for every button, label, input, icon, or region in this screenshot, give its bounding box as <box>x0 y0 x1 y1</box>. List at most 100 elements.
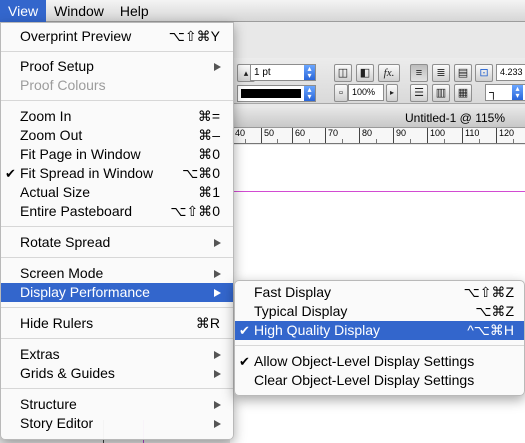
margin-guide <box>230 191 525 192</box>
menu-item-label: Allow Object-Level Display Settings <box>254 353 475 369</box>
menu-item-zoom-in[interactable]: Zoom In ⌘= <box>1 107 233 126</box>
menu-bar: View Window Help <box>0 0 525 22</box>
view-menu: Overprint Preview ⌥⇧⌘Y Proof Setup Proof… <box>0 22 234 440</box>
submenu-arrow-icon <box>214 63 221 71</box>
submenu-arrow-icon <box>214 401 221 409</box>
reference-value: 4.233 <box>500 67 523 77</box>
align-left-icon[interactable]: ≡ <box>410 64 428 82</box>
menu-item-hide-rulers[interactable]: Hide Rulers ⌘R <box>1 314 233 333</box>
menu-item-shortcut: ⌥⇧⌘Y <box>168 28 220 44</box>
reference-point-icon[interactable]: ⊡ <box>475 64 493 82</box>
menu-separator <box>1 257 233 258</box>
menu-item-fast-display[interactable]: Fast Display ⌥⇧⌘Z <box>235 283 524 302</box>
menu-item-overprint-preview[interactable]: Overprint Preview ⌥⇧⌘Y <box>1 27 233 46</box>
ruler-tick <box>277 139 278 143</box>
menu-item-label: Actual Size <box>20 184 91 200</box>
menu-view[interactable]: View <box>0 0 47 22</box>
vertical-justify-icon[interactable]: ☰ <box>410 84 428 102</box>
ruler-tick <box>245 139 246 143</box>
ruler-tick <box>479 139 480 143</box>
menu-item-shortcut: ⌥⇧⌘0 <box>170 203 220 219</box>
ruler-label: 90 <box>393 128 406 143</box>
opacity-value: 100% <box>352 87 376 97</box>
submenu-arrow-icon <box>214 370 221 378</box>
menu-separator <box>235 345 524 346</box>
menu-item-label: Screen Mode <box>20 265 104 281</box>
horizontal-ruler[interactable]: 40 50 60 70 80 90 100 110 120 <box>230 128 525 144</box>
submenu-arrow-icon <box>214 351 221 359</box>
corner-shape-icon: ┐ <box>489 85 498 99</box>
menu-item-proof-setup[interactable]: Proof Setup <box>1 57 233 76</box>
menu-item-screen-mode[interactable]: Screen Mode <box>1 264 233 283</box>
ruler-label: 70 <box>325 128 338 143</box>
menu-item-label: Rotate Spread <box>20 234 111 250</box>
menu-item-extras[interactable]: Extras <box>1 345 233 364</box>
menu-item-structure[interactable]: Structure <box>1 395 233 414</box>
menu-item-proof-colours: Proof Colours <box>1 76 233 95</box>
ruler-tick <box>342 139 343 143</box>
ruler-tick <box>410 139 411 143</box>
menu-item-high-quality-display[interactable]: ✔ High Quality Display ^⌥⌘H <box>235 321 524 340</box>
drop-shadow-icon[interactable]: ◫ <box>334 64 352 82</box>
document-title: Untitled-1 @ 115% <box>404 111 505 125</box>
menu-help[interactable]: Help <box>112 0 157 22</box>
column-icon[interactable]: ▥ <box>432 84 450 102</box>
menu-item-label: Grids & Guides <box>20 365 115 381</box>
display-performance-submenu: Fast Display ⌥⇧⌘Z Typical Display ⌥⌘Z ✔ … <box>234 280 525 396</box>
ruler-tick <box>444 139 445 143</box>
menu-item-rotate-spread[interactable]: Rotate Spread <box>1 233 233 252</box>
menu-item-actual-size[interactable]: Actual Size ⌘1 <box>1 183 233 202</box>
submenu-arrow-icon <box>214 270 221 278</box>
menu-item-label: Structure <box>20 396 77 412</box>
menu-item-story-editor[interactable]: Story Editor <box>1 414 233 433</box>
menu-item-fit-spread[interactable]: ✔ Fit Spread in Window ⌥⌘0 <box>1 164 233 183</box>
checkmark-icon: ✔ <box>239 323 250 338</box>
stroke-weight-field[interactable]: 1 pt ▴ ▾ <box>250 64 316 81</box>
ruler-label: 100 <box>427 128 445 143</box>
menu-item-fit-page[interactable]: Fit Page in Window ⌘0 <box>1 145 233 164</box>
corner-dropdown-icon[interactable]: ▴ ▾ <box>512 85 523 100</box>
menu-item-shortcut: ⌥⌘Z <box>475 303 514 319</box>
menu-item-shortcut: ⌥⌘0 <box>182 165 220 181</box>
submenu-arrow-icon <box>214 420 221 428</box>
submenu-arrow-icon <box>214 289 221 297</box>
menu-item-clear-object-level[interactable]: Clear Object-Level Display Settings <box>235 371 524 390</box>
effects-icon[interactable]: fx. <box>378 64 400 82</box>
menu-item-allow-object-level[interactable]: ✔ Allow Object-Level Display Settings <box>235 352 524 371</box>
ruler-label: 110 <box>462 128 479 143</box>
ruler-label: 60 <box>292 128 305 143</box>
menu-item-shortcut: ^⌥⌘H <box>467 322 514 338</box>
menu-item-typical-display[interactable]: Typical Display ⌥⌘Z <box>235 302 524 321</box>
ruler-label: 120 <box>496 128 514 143</box>
menu-item-label: Fit Page in Window <box>20 146 141 162</box>
control-panel: ▴ 1 pt ▴ ▾ ▴ ▾ ◫ ◧ fx. ▫ 100% ▸ ≡ ≣ ▤ ☰ ▥ … <box>230 58 525 104</box>
menu-item-label: Story Editor <box>20 415 94 431</box>
shadow-toggle-icon[interactable]: ◧ <box>356 64 374 82</box>
opacity-arrow-icon[interactable]: ▸ <box>386 84 398 102</box>
effects-label: fx. <box>383 67 395 79</box>
menu-window[interactable]: Window <box>46 0 112 22</box>
menu-item-shortcut: ⌘R <box>195 315 220 331</box>
corner-options-select[interactable]: ┐ ▴ ▾ <box>485 84 525 101</box>
ruler-label: 50 <box>261 128 274 143</box>
ruler-tick <box>376 139 377 143</box>
reference-value-field[interactable]: 4.233 <box>496 64 525 81</box>
stroke-type-select[interactable]: ▴ ▾ <box>237 85 316 102</box>
menu-item-zoom-out[interactable]: Zoom Out ⌘– <box>1 126 233 145</box>
menu-item-label: Extras <box>20 346 60 362</box>
menu-item-label: Entire Pasteboard <box>20 203 133 219</box>
stroke-type-dropdown-icon[interactable]: ▴ ▾ <box>304 86 315 101</box>
menu-item-shortcut: ⌘– <box>198 127 220 143</box>
menu-item-display-performance[interactable]: Display Performance <box>1 283 233 302</box>
stroke-weight-dropdown-icon[interactable]: ▴ ▾ <box>304 65 315 80</box>
menu-item-shortcut: ⌘= <box>197 108 220 124</box>
text-frame-options-icon[interactable]: ▤ <box>454 64 472 82</box>
opacity-field[interactable]: 100% <box>348 84 384 101</box>
menu-item-label: Proof Setup <box>20 58 94 74</box>
align-center-icon[interactable]: ≣ <box>432 64 450 82</box>
menu-item-label: Zoom Out <box>20 127 83 143</box>
menu-item-grids-guides[interactable]: Grids & Guides <box>1 364 233 383</box>
menu-item-entire-pasteboard[interactable]: Entire Pasteboard ⌥⇧⌘0 <box>1 202 233 221</box>
ruler-tick <box>513 139 514 143</box>
frame-fit-icon[interactable]: ▦ <box>454 84 472 102</box>
